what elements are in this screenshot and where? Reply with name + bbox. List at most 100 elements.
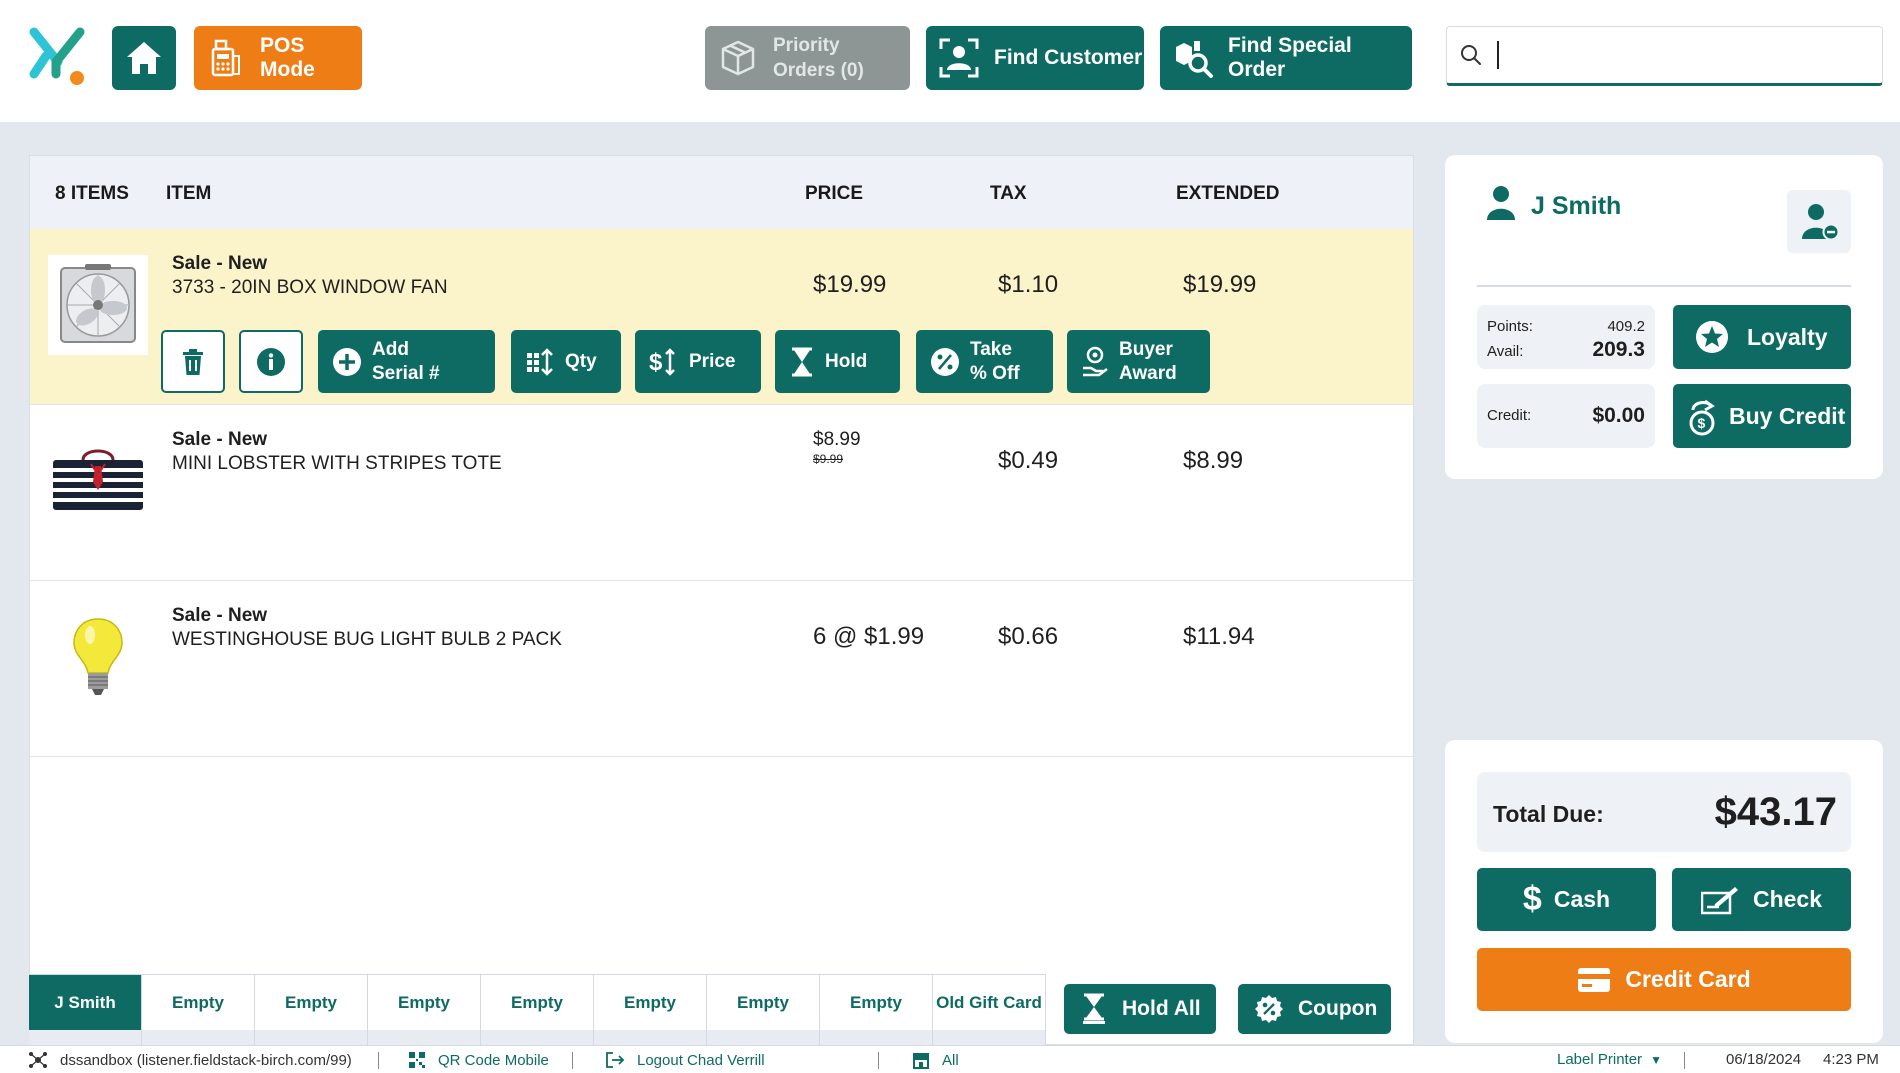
label-printer-label: Label Printer [1557, 1051, 1643, 1068]
credit-card-balance: Credit: $0.00 [1477, 384, 1655, 448]
remove-user-icon [1802, 203, 1839, 240]
status-separator [1684, 1052, 1685, 1069]
dollar-icon: $ [1522, 880, 1542, 918]
buyer-award-button[interactable]: Buyer Award [1067, 330, 1210, 393]
chevron-down-icon: ▼ [1650, 1052, 1662, 1067]
qty-button[interactable]: Qty [511, 330, 621, 393]
item-price: $8.99 [813, 429, 861, 450]
loyalty-button[interactable]: Loyalty [1673, 305, 1851, 369]
credit-card-button[interactable]: Credit Card [1477, 948, 1851, 1011]
find-customer-button[interactable]: Find Customer [926, 26, 1144, 90]
delete-item-button[interactable] [161, 330, 225, 393]
home-icon [127, 42, 161, 74]
find-special-order-label: Find Special Order [1228, 34, 1352, 81]
total-due-value: $43.17 [1714, 790, 1837, 834]
tab-old-gift-card[interactable]: Old Gift Card [933, 974, 1046, 1045]
search-input[interactable] [1497, 41, 1857, 69]
tab-empty-4[interactable]: Empty [481, 974, 594, 1045]
price-button[interactable]: $ Price [635, 330, 761, 393]
points-card: Points: 409.2 Avail: 209.3 [1477, 305, 1655, 369]
priority-orders-line2: Orders (0) [773, 60, 864, 81]
check-button[interactable]: Check [1672, 868, 1851, 931]
add-serial-line1: Add [372, 338, 409, 360]
add-serial-button[interactable]: Add Serial # [318, 330, 495, 393]
qr-code-mobile-link[interactable]: QR Code Mobile [408, 1051, 549, 1069]
avail-label: Avail: [1487, 343, 1524, 360]
plus-circle-icon [333, 347, 361, 376]
item-name: 3733 - 20IN BOX WINDOW FAN [172, 277, 448, 298]
cart-row-lobster-tote[interactable]: Sale - New MINI LOBSTER WITH STRIPES TOT… [30, 405, 1413, 581]
tab-empty-2[interactable]: Empty [255, 974, 368, 1045]
item-info-button[interactable] [239, 330, 303, 393]
item-name: WESTINGHOUSE BUG LIGHT BULB 2 PACK [172, 629, 562, 650]
store-label: All [942, 1051, 959, 1069]
qty-label: Qty [565, 350, 597, 372]
hourglass-icon [1083, 993, 1105, 1024]
status-time: 4:23 PM [1823, 1051, 1879, 1068]
logout-icon [606, 1052, 625, 1068]
tab-empty-1[interactable]: Empty [142, 974, 255, 1045]
item-tax: $0.49 [998, 447, 1059, 474]
item-price: $19.99 [813, 271, 887, 298]
points-label: Points: [1487, 318, 1533, 335]
status-separator [878, 1052, 879, 1069]
tab-empty-5[interactable]: Empty [594, 974, 707, 1045]
payment-panel: Total Due: $43.17 $ Cash Check Credit Ca… [1445, 740, 1883, 1043]
tab-empty-6[interactable]: Empty [707, 974, 820, 1045]
item-column-header: ITEM [166, 183, 212, 204]
svg-text:$: $ [1698, 415, 1706, 431]
add-serial-line2: Serial # [372, 362, 440, 384]
tab-empty-3[interactable]: Empty [368, 974, 481, 1045]
priority-orders-button[interactable]: Priority Orders (0) [705, 26, 910, 90]
label-printer-dropdown[interactable]: Label Printer ▼ [1557, 1051, 1662, 1068]
item-extended: $19.99 [1183, 271, 1257, 298]
find-special-order-button[interactable]: Find Special Order [1160, 26, 1412, 90]
cart-row-bug-light[interactable]: Sale - New WESTINGHOUSE BUG LIGHT BULB 2… [30, 581, 1413, 757]
qr-code-label: QR Code Mobile [438, 1051, 549, 1069]
cart-header: 8 ITEMS ITEM PRICE TAX EXTENDED [30, 156, 1413, 229]
tab-j-smith[interactable]: J Smith [29, 974, 142, 1045]
cart-row-box-fan[interactable]: Sale - New 3733 - 20IN BOX WINDOW FAN $1… [30, 229, 1413, 405]
coupon-button[interactable]: Coupon [1238, 984, 1391, 1034]
total-due-label: Total Due: [1493, 801, 1604, 827]
item-type: Sale - New [172, 253, 268, 274]
search-box [1446, 26, 1883, 86]
cash-label: Cash [1553, 886, 1611, 912]
pos-mode-button[interactable]: POS Mode [194, 26, 362, 90]
home-button[interactable] [112, 26, 176, 90]
trash-icon [183, 348, 203, 375]
item-type: Sale - New [172, 429, 268, 450]
store-selector[interactable]: All [912, 1051, 959, 1069]
item-count-header: 8 ITEMS [55, 183, 129, 204]
product-image-bulb [48, 607, 148, 707]
store-icon [913, 1053, 929, 1069]
credit-card-label: Credit Card [1625, 966, 1751, 992]
cash-button[interactable]: $ Cash [1477, 868, 1656, 931]
network-icon [29, 1052, 47, 1068]
hold-item-button[interactable]: Hold [775, 330, 900, 393]
logout-link[interactable]: Logout Chad Verrill [605, 1051, 765, 1069]
award-icon [1083, 346, 1108, 376]
take-off-line2: % Off [970, 362, 1020, 384]
remove-customer-button[interactable] [1787, 190, 1851, 253]
percent-icon [931, 347, 959, 376]
take-percent-off-button[interactable]: Take% Off [916, 330, 1053, 393]
item-tax: $0.66 [998, 623, 1059, 650]
status-separator [378, 1052, 379, 1069]
pos-mode-label: POS Mode [260, 34, 315, 81]
tab-empty-7[interactable]: Empty [820, 974, 933, 1045]
app-logo [28, 26, 90, 88]
credit-label: Credit: [1487, 407, 1532, 424]
buy-credit-button[interactable]: $ Buy Credit [1673, 384, 1851, 448]
package-icon [721, 40, 755, 76]
priority-orders-line1: Priority [773, 35, 840, 56]
credit-card-icon [1578, 967, 1611, 992]
product-image-tote [48, 431, 148, 531]
hold-all-button[interactable]: Hold All [1064, 984, 1216, 1034]
price-change-icon: $ [649, 347, 675, 376]
customer-divider [1477, 285, 1851, 287]
buy-credit-icon: $ [1689, 399, 1715, 436]
svg-text:$: $ [649, 349, 663, 376]
customer-scan-icon [939, 38, 979, 78]
buy-credit-label: Buy Credit [1729, 402, 1846, 429]
